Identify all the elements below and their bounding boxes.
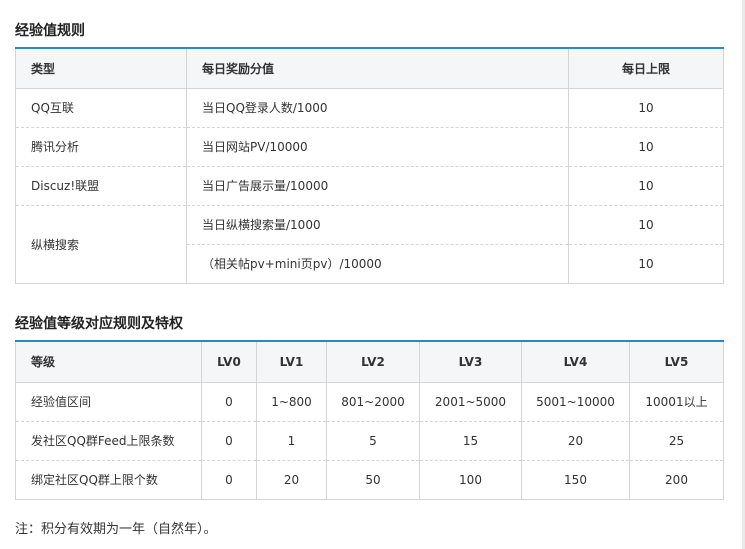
value-cell: 0 bbox=[201, 459, 257, 499]
value-cell: 5 bbox=[326, 420, 420, 460]
value-cell: 20 bbox=[256, 459, 327, 499]
section-title-level-rules: 经验值等级对应规则及特权 bbox=[15, 316, 183, 332]
table-header-row: 等级 LV0 LV1 LV2 LV3 LV4 LV5 bbox=[15, 341, 724, 383]
table-header-row: 类型 每日奖励分值 每日上限 bbox=[15, 48, 724, 89]
header-daily-limit: 每日上限 bbox=[568, 48, 724, 89]
header-type: 类型 bbox=[15, 48, 187, 89]
reward-cell: （相关帖pv+mini页pv）/10000 bbox=[186, 243, 569, 283]
value-cell: 10001以上 bbox=[629, 382, 724, 421]
limit-cell: 10 bbox=[568, 204, 724, 244]
level-rules-table: 等级 LV0 LV1 LV2 LV3 LV4 LV5 经验值区间 0 1~800… bbox=[15, 340, 724, 500]
reward-cell: 当日网站PV/10000 bbox=[186, 126, 569, 166]
type-cell: QQ互联 bbox=[15, 88, 187, 127]
limit-cell: 10 bbox=[568, 126, 724, 166]
table-row: Discuz!联盟 当日广告展示量/10000 10 bbox=[15, 165, 724, 205]
table-row: 发社区QQ群Feed上限条数 0 1 5 15 20 25 bbox=[15, 420, 724, 460]
reward-cell: 当日QQ登录人数/1000 bbox=[186, 88, 569, 127]
value-cell: 0 bbox=[201, 382, 257, 421]
limit-cell: 10 bbox=[568, 243, 724, 283]
header-lv2: LV2 bbox=[326, 341, 420, 383]
exp-rules-table: 类型 每日奖励分值 每日上限 QQ互联 当日QQ登录人数/1000 10 腾讯分… bbox=[15, 47, 724, 284]
header-daily-reward: 每日奖励分值 bbox=[186, 48, 569, 89]
row-label: 发社区QQ群Feed上限条数 bbox=[15, 420, 202, 460]
header-lv5: LV5 bbox=[629, 341, 724, 383]
value-cell: 0 bbox=[201, 420, 257, 460]
header-lv0: LV0 bbox=[201, 341, 257, 383]
table-row: 纵横搜索 当日纵横搜索量/1000 10 bbox=[15, 204, 724, 283]
header-level: 等级 bbox=[15, 341, 202, 383]
validity-note: 注：积分有效期为一年（自然年）。 bbox=[15, 522, 217, 537]
value-cell: 200 bbox=[629, 459, 724, 499]
limit-cell: 10 bbox=[568, 165, 724, 205]
table-row: 经验值区间 0 1~800 801~2000 2001~5000 5001~10… bbox=[15, 382, 724, 421]
row-label: 经验值区间 bbox=[15, 382, 202, 421]
value-cell: 801~2000 bbox=[326, 382, 420, 421]
header-lv1: LV1 bbox=[256, 341, 327, 383]
value-cell: 2001~5000 bbox=[419, 382, 522, 421]
value-cell: 1 bbox=[256, 420, 327, 460]
header-lv3: LV3 bbox=[419, 341, 522, 383]
value-cell: 50 bbox=[326, 459, 420, 499]
row-label: 绑定社区QQ群上限个数 bbox=[15, 459, 202, 499]
value-cell: 15 bbox=[419, 420, 522, 460]
reward-cell: 当日广告展示量/10000 bbox=[186, 165, 569, 205]
limit-cell: 10 bbox=[568, 88, 724, 127]
value-cell: 150 bbox=[521, 459, 630, 499]
value-cell: 100 bbox=[419, 459, 522, 499]
header-lv4: LV4 bbox=[521, 341, 630, 383]
type-cell-merged: 纵横搜索 bbox=[15, 204, 187, 283]
table-row: 腾讯分析 当日网站PV/10000 10 bbox=[15, 126, 724, 166]
section-title-exp-rules: 经验值规则 bbox=[15, 23, 85, 39]
value-cell: 1~800 bbox=[256, 382, 327, 421]
table-row: 绑定社区QQ群上限个数 0 20 50 100 150 200 bbox=[15, 459, 724, 499]
table-row: QQ互联 当日QQ登录人数/1000 10 bbox=[15, 88, 724, 127]
type-cell: 腾讯分析 bbox=[15, 126, 187, 166]
value-cell: 5001~10000 bbox=[521, 382, 630, 421]
type-cell: Discuz!联盟 bbox=[15, 165, 187, 205]
value-cell: 20 bbox=[521, 420, 630, 460]
reward-cell: 当日纵横搜索量/1000 bbox=[186, 204, 569, 244]
value-cell: 25 bbox=[629, 420, 724, 460]
